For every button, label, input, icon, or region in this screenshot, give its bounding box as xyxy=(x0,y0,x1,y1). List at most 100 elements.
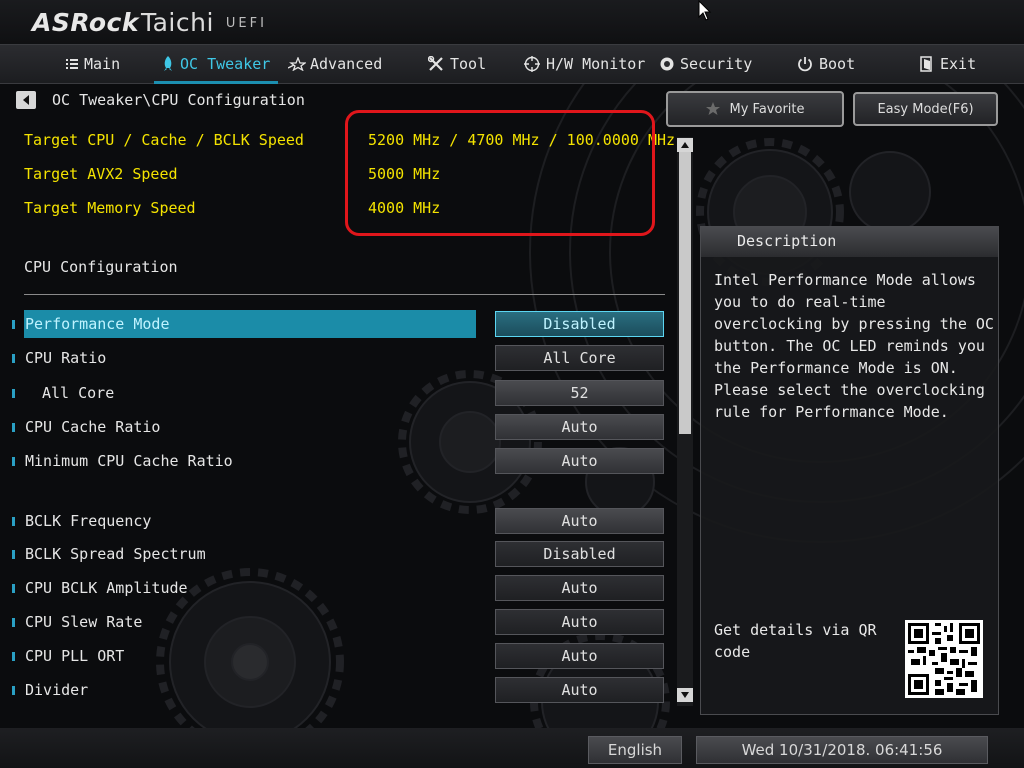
tools-icon xyxy=(428,56,444,72)
row-marker xyxy=(12,354,15,363)
model-name: Taichi xyxy=(140,8,214,37)
datetime-display: Wed 10/31/2018. 06:41:56 xyxy=(696,736,988,764)
uefi-label: UEFI xyxy=(225,16,267,31)
setting-cpu-slew-rate[interactable]: CPU Slew Rate Auto xyxy=(0,608,670,636)
setting-bclk-spread-spectrum[interactable]: BCLK Spread Spectrum Disabled xyxy=(0,540,670,568)
row-marker xyxy=(12,584,15,593)
my-favorite-label: My Favorite xyxy=(729,101,805,117)
red-highlight-box xyxy=(345,110,655,236)
tab-boot[interactable]: Boot xyxy=(797,45,855,83)
target-memory-label: Target Memory Speed xyxy=(24,199,196,217)
scroll-down-button[interactable] xyxy=(677,688,693,702)
tab-exit[interactable]: Exit xyxy=(920,45,976,83)
row-marker xyxy=(12,320,15,329)
breadcrumb: OC Tweaker\CPU Configuration xyxy=(16,90,305,110)
language-button[interactable]: English xyxy=(588,736,682,764)
row-marker xyxy=(12,652,15,661)
description-header: Description xyxy=(701,227,998,257)
row-marker xyxy=(12,618,15,627)
setting-value[interactable]: Disabled xyxy=(495,311,664,337)
setting-all-core[interactable]: All Core 52 xyxy=(0,379,670,407)
tab-oc-tweaker[interactable]: OC Tweaker xyxy=(153,45,279,84)
setting-cpu-cache-ratio[interactable]: CPU Cache Ratio Auto xyxy=(0,413,670,441)
row-marker xyxy=(12,389,15,398)
top-bar: ASRockTaichi UEFI xyxy=(0,0,1024,44)
setting-value[interactable]: Auto xyxy=(495,448,664,474)
setting-value[interactable]: Auto xyxy=(495,414,664,440)
setting-cpu-bclk-amplitude[interactable]: CPU BCLK Amplitude Auto xyxy=(0,574,670,602)
tab-main[interactable]: Main xyxy=(66,45,120,83)
setting-value[interactable]: Disabled xyxy=(495,541,664,567)
setting-label: Performance Mode xyxy=(25,315,170,333)
setting-label: All Core xyxy=(42,384,115,402)
exit-icon xyxy=(920,56,934,72)
tab-label: Boot xyxy=(819,55,856,73)
tab-label: Security xyxy=(680,55,753,73)
row-marker xyxy=(12,686,15,695)
setting-value[interactable]: Auto xyxy=(495,643,664,669)
setting-label: CPU BCLK Amplitude xyxy=(25,579,188,597)
row-marker xyxy=(12,517,15,526)
row-marker xyxy=(12,457,15,466)
description-title: Description xyxy=(737,232,837,250)
star-icon xyxy=(705,102,720,115)
setting-value[interactable]: Auto xyxy=(495,609,664,635)
list-icon xyxy=(66,58,78,70)
arrow-down-icon xyxy=(681,692,689,698)
setting-label: CPU PLL ORT xyxy=(25,647,125,665)
setting-label: Minimum CPU Cache Ratio xyxy=(25,452,233,470)
back-arrow-icon xyxy=(23,95,29,105)
setting-label: CPU Ratio xyxy=(25,349,107,367)
setting-bclk-frequency[interactable]: BCLK Frequency Auto xyxy=(0,507,670,535)
target-cpu-label: Target CPU / Cache / BCLK Speed xyxy=(24,131,304,149)
easy-mode-label: Easy Mode(F6) xyxy=(877,101,974,117)
setting-cpu-ratio[interactable]: CPU Ratio All Core xyxy=(0,344,670,372)
section-divider xyxy=(24,294,665,295)
scroll-up-button[interactable] xyxy=(677,138,693,152)
qr-code-icon xyxy=(905,620,983,698)
tab-advanced[interactable]: Advanced xyxy=(288,45,382,83)
setting-value[interactable]: 52 xyxy=(495,380,664,406)
tab-label: H/W Monitor xyxy=(546,55,646,73)
tab-label: Advanced xyxy=(310,55,383,73)
tab-label: Main xyxy=(84,55,121,73)
tab-security[interactable]: Security xyxy=(660,45,752,83)
easy-mode-button[interactable]: Easy Mode(F6) xyxy=(853,92,998,126)
setting-label: BCLK Spread Spectrum xyxy=(25,545,206,563)
description-panel: Description Intel Performance Mode allow… xyxy=(700,226,999,715)
arrow-up-icon xyxy=(681,142,689,148)
setting-performance-mode[interactable]: Performance Mode Disabled xyxy=(0,310,670,338)
setting-label: CPU Cache Ratio xyxy=(25,418,161,436)
section-title: CPU Configuration xyxy=(24,258,178,276)
mouse-cursor-icon xyxy=(698,0,712,21)
my-favorite-button[interactable]: My Favorite xyxy=(666,91,844,127)
tab-label: Exit xyxy=(940,55,977,73)
setting-value[interactable]: All Core xyxy=(495,345,664,371)
shield-icon xyxy=(660,56,674,72)
tab-hw-monitor[interactable]: H/W Monitor xyxy=(524,45,645,83)
tab-label: OC Tweaker xyxy=(180,55,271,73)
setting-label: CPU Slew Rate xyxy=(25,613,143,631)
setting-value[interactable]: Auto xyxy=(495,508,664,534)
qr-caption: Get details via QR code xyxy=(714,621,877,661)
setting-value[interactable]: Auto xyxy=(495,677,664,703)
asrock-logo: ASRockTaichi UEFI xyxy=(32,8,267,37)
power-icon xyxy=(797,56,813,72)
setting-value[interactable]: Auto xyxy=(495,575,664,601)
scrollbar-thumb[interactable] xyxy=(679,152,691,434)
setting-divider[interactable]: Divider Auto xyxy=(0,676,670,704)
main-nav: Main OC Tweaker Advanced Tool H/W Monito… xyxy=(0,44,1024,84)
back-button[interactable] xyxy=(16,91,36,109)
row-marker xyxy=(12,423,15,432)
target-avx2-label: Target AVX2 Speed xyxy=(24,165,178,183)
description-text: Intel Performance Mode allows you to do … xyxy=(714,271,994,421)
setting-cpu-pll-ort[interactable]: CPU PLL ORT Auto xyxy=(0,642,670,670)
brand-name: ASRock xyxy=(32,8,139,37)
tab-tool[interactable]: Tool xyxy=(428,45,486,83)
setting-label: Divider xyxy=(25,681,89,699)
crosshair-icon xyxy=(524,56,540,72)
setting-min-cpu-cache-ratio[interactable]: Minimum CPU Cache Ratio Auto xyxy=(0,447,670,475)
setting-label: BCLK Frequency xyxy=(25,512,152,530)
breadcrumb-path: OC Tweaker\CPU Configuration xyxy=(52,91,305,109)
tab-label: Tool xyxy=(450,55,487,73)
